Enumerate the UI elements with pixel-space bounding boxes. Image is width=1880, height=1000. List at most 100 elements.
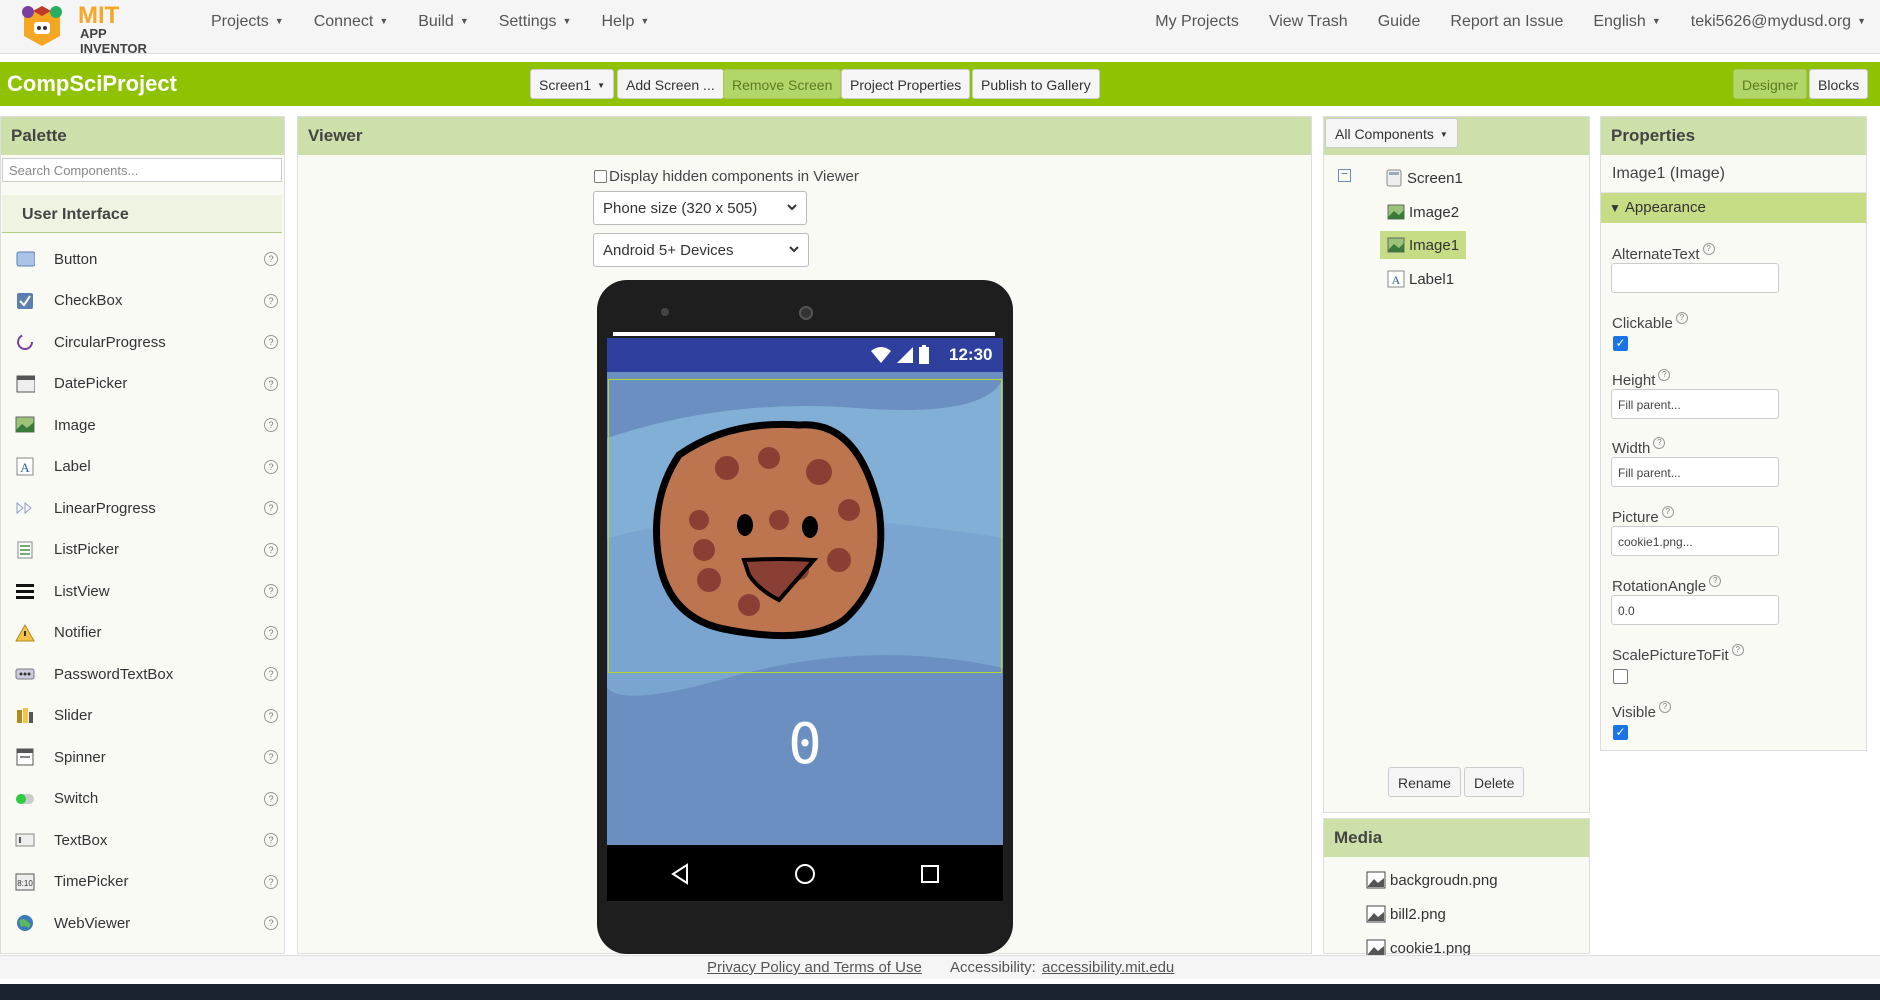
palette-item-datepicker[interactable]: DatePicker? [14,369,278,399]
phone-size-select[interactable]: Phone size (320 x 505) [593,191,807,225]
user-menu: My Projects View Trash Guide Report an I… [1125,13,1866,31]
menu-settings[interactable]: Settings ▼ [499,13,572,31]
help-icon[interactable]: ? [264,874,278,889]
tree-item-screen1[interactable]: Screen1 [1385,169,1463,187]
privacy-link[interactable]: Privacy Policy and Terms of Use [707,959,922,976]
media-item[interactable]: bill2.png [1366,904,1446,924]
component-search-input[interactable]: Search Components... [2,158,282,182]
prop-name: Width [1612,440,1651,457]
menu-build[interactable]: Build ▼ [418,13,469,31]
publish-gallery-button[interactable]: Publish to Gallery [972,69,1100,99]
clickable-checkbox[interactable]: ✓ [1613,336,1628,351]
help-icon[interactable]: ? [1709,575,1722,587]
label-icon: A [14,457,36,476]
palette-item-circularprogress[interactable]: CircularProgress? [14,327,278,357]
help-icon[interactable]: ? [1675,312,1688,324]
help-icon[interactable]: ? [264,501,278,515]
image-file-icon [1366,871,1386,889]
media-item[interactable]: backgroudn.png [1366,870,1498,890]
help-icon[interactable]: ? [264,335,278,349]
accessibility-link[interactable]: accessibility.mit.edu [1042,959,1174,976]
help-icon[interactable]: ? [264,418,278,432]
palette-item-image[interactable]: Image? [14,410,278,440]
image-file-icon [1366,905,1386,923]
width-input[interactable]: Fill parent... [1611,457,1779,487]
rename-button[interactable]: Rename [1388,767,1461,797]
palette-item-slider[interactable]: Slider? [14,701,278,731]
app-inventor-logo[interactable]: MIT APP INVENTOR [16,0,176,56]
category-user-interface[interactable]: User Interface [2,195,282,233]
my-projects-link[interactable]: My Projects [1155,13,1239,31]
image1-component[interactable] [608,379,1002,673]
help-icon[interactable]: ? [264,833,278,847]
help-icon[interactable]: ? [1731,644,1744,656]
help-icon[interactable]: ? [1658,701,1671,713]
component-filter-select[interactable]: All Components ▼ [1325,118,1458,148]
device-theme-select[interactable]: Android 5+ Devices [593,233,809,267]
palette-item-textbox[interactable]: TextBox? [14,825,278,855]
help-icon[interactable]: ? [264,459,278,474]
rotation-angle-input[interactable]: 0.0 [1611,595,1779,625]
help-icon[interactable]: ? [264,584,278,598]
palette-item-timepicker[interactable]: 8:10 TimePicker? [14,867,278,897]
account-menu[interactable]: teki5626@mydusd.org ▼ [1691,13,1866,31]
help-icon[interactable]: ? [1702,243,1715,255]
scale-picture-checkbox[interactable] [1613,669,1628,684]
help-icon[interactable]: ? [1661,506,1674,518]
palette-item-webviewer[interactable]: WebViewer? [14,908,278,938]
palette-item-spinner[interactable]: Spinner? [14,742,278,772]
help-icon[interactable]: ? [264,791,278,806]
checkbox-box[interactable] [594,170,607,183]
tree-item-label1[interactable]: A Label1 [1385,270,1454,288]
screen-select[interactable]: Screen1 ▼ [530,69,615,99]
palette-item-listview[interactable]: ListView? [14,576,278,606]
label1-component[interactable]: 0 [607,712,1003,777]
palette-item-button[interactable]: Button? [14,244,278,274]
palette-item-label: TimePicker [54,873,129,890]
view-trash-link[interactable]: View Trash [1269,13,1348,31]
tree-item-image1[interactable]: Image1 [1380,231,1467,259]
palette-item-checkbox[interactable]: CheckBox? [14,286,278,316]
tree-label: Image1 [1409,236,1460,254]
project-properties-button[interactable]: Project Properties [841,69,971,99]
menu-projects[interactable]: Projects ▼ [211,13,284,31]
appearance-section[interactable]: ▼ Appearance [1601,193,1866,223]
help-icon[interactable]: ? [264,542,278,557]
help-icon[interactable]: ? [264,916,278,930]
help-icon[interactable]: ? [264,708,278,723]
picture-input[interactable]: cookie1.png... [1611,526,1779,556]
help-icon[interactable]: ? [264,293,278,308]
add-screen-button[interactable]: Add Screen ... [617,69,724,99]
palette-item-passwordtextbox[interactable]: PasswordTextBox? [14,659,278,689]
palette-item-label: ListPicker [54,541,120,558]
visible-checkbox[interactable]: ✓ [1613,725,1628,740]
help-icon[interactable]: ? [264,625,278,640]
menu-connect[interactable]: Connect ▼ [314,13,389,31]
phone-speaker-line [613,332,995,336]
footer: Privacy Policy and Terms of Use Accessib… [0,955,1880,979]
blocks-button[interactable]: Blocks [1809,69,1869,99]
help-icon[interactable]: ? [264,750,278,764]
display-hidden-checkbox[interactable]: Display hidden components in Viewer [594,168,859,185]
language-menu[interactable]: English ▼ [1593,13,1660,31]
palette-item-linearprogress[interactable]: LinearProgress? [14,493,278,523]
help-icon[interactable]: ? [264,667,278,681]
help-icon[interactable]: ? [264,376,278,391]
height-input[interactable]: Fill parent... [1611,389,1779,419]
help-icon[interactable]: ? [1653,437,1666,449]
palette-item-listpicker[interactable]: ListPicker? [14,535,278,565]
palette-item-switch[interactable]: Switch? [14,784,278,814]
tree-item-image2[interactable]: Image2 [1385,203,1459,221]
palette-item-label[interactable]: A Label? [14,452,278,482]
menu-help[interactable]: Help ▼ [601,13,649,31]
delete-button[interactable]: Delete [1464,767,1525,797]
remove-screen-button[interactable]: Remove Screen [723,69,842,99]
collapse-tree-icon[interactable]: − [1338,169,1351,182]
help-icon[interactable]: ? [1658,369,1671,381]
alternate-text-input[interactable] [1611,263,1779,293]
report-issue-link[interactable]: Report an Issue [1450,13,1563,31]
palette-item-notifier[interactable]: Notifier? [14,618,278,648]
designer-button[interactable]: Designer [1733,69,1808,99]
help-icon[interactable]: ? [264,252,278,266]
guide-link[interactable]: Guide [1378,13,1421,31]
